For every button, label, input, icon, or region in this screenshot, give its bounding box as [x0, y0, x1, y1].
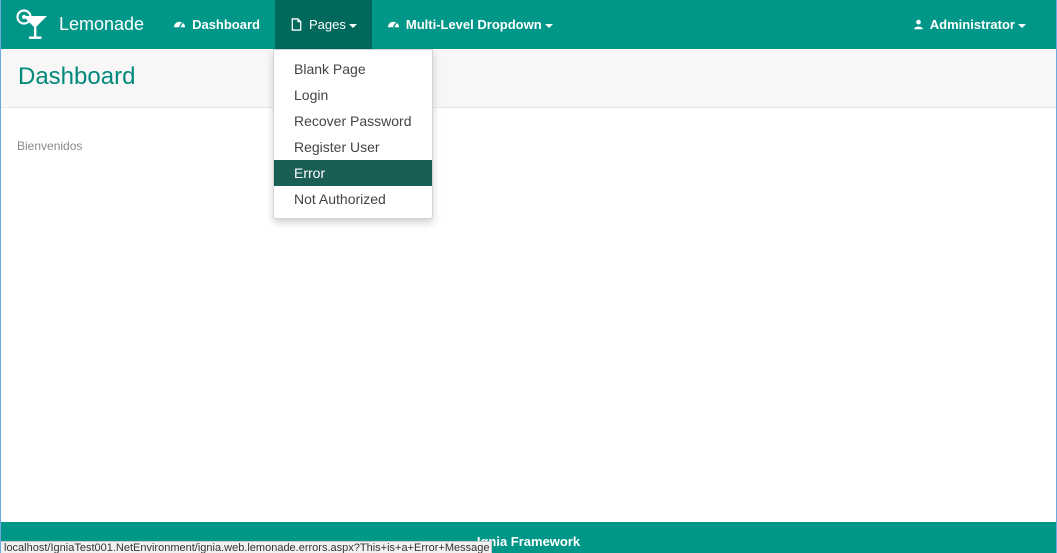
chevron-down-icon: [1018, 23, 1026, 28]
nav-user-menu[interactable]: Administrator: [898, 0, 1056, 49]
page-title: Dashboard: [18, 63, 136, 90]
dashboard-icon: [174, 21, 186, 28]
nav-user-label: Administrator: [929, 17, 1015, 32]
welcome-text: Bienvenidos: [17, 139, 83, 153]
brand-name: Lemonade: [59, 14, 145, 34]
page-header: Dashboard: [1, 49, 1056, 108]
top-navbar: Lemonade Dashboard Pages Multi-Level Dro…: [1, 0, 1056, 49]
chevron-down-icon: [544, 23, 553, 28]
brand-link[interactable]: Lemonade: [1, 0, 158, 49]
user-icon: [913, 19, 923, 30]
cocktail-logo-icon: [16, 8, 47, 39]
menu-item-login[interactable]: Login: [274, 82, 432, 108]
menu-item-not-authorized[interactable]: Not Authorized: [274, 186, 432, 212]
dashboard-icon: [387, 21, 399, 28]
nav-multilevel-dropdown[interactable]: Multi-Level Dropdown: [372, 0, 568, 49]
menu-item-register-user[interactable]: Register User: [274, 134, 432, 160]
file-icon: [291, 18, 302, 31]
nav-multilevel-label: Multi-Level Dropdown: [405, 17, 542, 32]
menu-item-recover-password[interactable]: Recover Password: [274, 108, 432, 134]
nav-dashboard[interactable]: Dashboard: [158, 0, 275, 49]
nav-dashboard-label: Dashboard: [192, 17, 260, 32]
app-window: Lemonade Dashboard Pages Multi-Level Dro…: [0, 0, 1057, 553]
menu-item-blank-page[interactable]: Blank Page: [274, 56, 432, 82]
nav-pages-label: Pages: [308, 17, 346, 32]
pages-dropdown-menu: Blank Page Login Recover Password Regist…: [273, 49, 433, 219]
status-bar-url: localhost/IgniaTest001.NetEnvironment/ig…: [1, 541, 493, 553]
chevron-down-icon: [348, 23, 357, 28]
menu-item-error[interactable]: Error: [274, 160, 432, 186]
nav-pages[interactable]: Pages: [274, 0, 372, 49]
